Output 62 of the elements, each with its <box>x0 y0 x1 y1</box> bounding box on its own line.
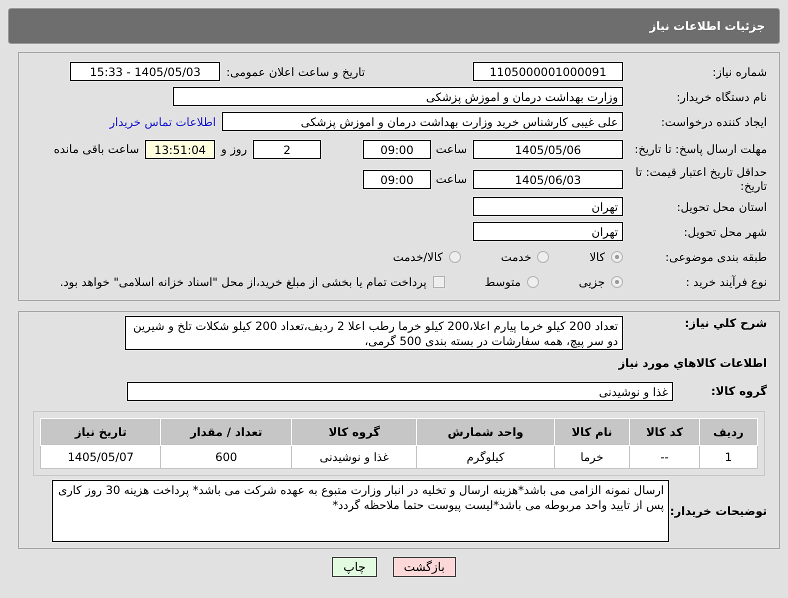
field-label: تاریخ و ساعت اعلان عمومی: <box>226 64 365 78</box>
radio-button[interactable] <box>611 276 623 288</box>
section-title: اطلاعات کالاهاي مورد نياز <box>618 356 768 370</box>
radio-button[interactable] <box>537 250 550 262</box>
table-cell: 600 <box>160 446 292 468</box>
field-label: شماره نیاز: <box>711 64 768 78</box>
option-label: خدمت <box>500 250 532 264</box>
back-button[interactable]: بازگشت <box>392 557 456 577</box>
radio-button[interactable] <box>448 250 461 262</box>
time-field[interactable]: 09:00 <box>363 170 431 188</box>
field-label: مهلت ارسال پاسخ: تا تاریخ: <box>633 142 768 156</box>
field-label: روز و <box>221 142 247 156</box>
column-header: تعداد / مقدار <box>160 418 292 446</box>
date-field[interactable]: 1405/06/03 <box>473 170 623 188</box>
contact-link[interactable]: اطلاعات تماس خریدار <box>109 114 216 128</box>
field-label: شرح کلي نياز: <box>684 316 768 330</box>
radio-button[interactable] <box>611 250 623 262</box>
days-field[interactable]: 2 <box>253 140 321 158</box>
checkbox-label: پرداخت تمام یا بخشی از مبلغ خرید،از محل "اسناد خزانه اسلامی" خواهد بود. <box>60 274 427 288</box>
field-label: حداقل تاریخ اعتبار قیمت: تا تاریخ: <box>634 165 768 193</box>
description-field[interactable]: تعداد 200 کیلو خرما پیارم اعلا،200 کیلو خرما رطب اعلا 2 ردیف،تعداد 200 کیلو شکلات تلخ و شیرین دو سر پیچ، همه سفارشات در بسته بندی 500 گرمی، <box>125 316 623 350</box>
field-label: طبقه بندی موضوعی: <box>664 250 768 264</box>
goods-group-field[interactable]: غذا و نوشیدنی <box>127 382 673 400</box>
field-label: ساعت باقی مانده <box>54 142 140 156</box>
buyer-org-field[interactable]: وزارت بهداشت درمان و اموزش پزشکی <box>173 87 623 106</box>
radio-button[interactable] <box>526 276 539 288</box>
column-header: کد کالا <box>630 418 700 446</box>
table-cell: غذا و نوشیدنی <box>292 446 417 468</box>
field-label: ایجاد کننده درخواست: <box>660 114 768 128</box>
notes-field[interactable]: ارسال نمونه الزامی می باشد*هزینه ارسال و تخلیه در انبار وزارت متبوع به عهده شرکت می باشد* پرداخت هزینه 30 روز کاری پس از تایید واحد مربوطه می باشد*لیست پیوست حتما ملاحظه گردد* <box>52 480 669 542</box>
field-label: ساعت <box>437 142 467 156</box>
option-label: کالا <box>589 250 605 264</box>
city-field[interactable]: تهران <box>473 222 623 241</box>
table-cell: 1405/05/07 <box>40 446 161 468</box>
option-label: متوسط <box>484 274 521 288</box>
field-label: گروه کالا: <box>710 384 768 398</box>
column-header: ردیف <box>699 418 758 446</box>
table-cell: خرما <box>554 446 630 468</box>
column-header: واحد شمارش <box>416 418 554 446</box>
column-header: نام کالا <box>554 418 630 446</box>
time-field[interactable]: 09:00 <box>363 140 431 158</box>
field-label: ساعت <box>437 172 467 186</box>
page-header: جزئیات اطلاعات نیاز <box>8 8 780 44</box>
field-label: شهر محل تحویل: <box>682 224 768 238</box>
field-label: نوع فرآیند خرید : <box>684 274 768 288</box>
need-number-field[interactable]: 1105000001000091 <box>473 62 623 81</box>
print-button[interactable]: چاپ <box>332 557 377 577</box>
checkbox[interactable] <box>432 276 445 288</box>
table-cell: -- <box>630 446 700 468</box>
table-cell: کیلوگرم <box>416 446 554 468</box>
option-label: جزیی <box>578 274 605 288</box>
remaining-time-field[interactable]: 13:51:04 <box>145 140 216 158</box>
province-field[interactable]: تهران <box>473 197 623 216</box>
field-label: نام دستگاه خریدار: <box>675 90 768 104</box>
column-header: تاریخ نیاز <box>40 418 161 446</box>
requester-field[interactable]: علی غیبی کارشناس خرید وزارت بهداشت درمان و اموزش پزشکی <box>222 112 623 131</box>
table-cell: 1 <box>699 446 758 468</box>
option-label: کالا/خدمت <box>392 250 443 264</box>
column-header: گروه کالا <box>292 418 417 446</box>
date-field[interactable]: 1405/05/06 <box>473 140 623 158</box>
field-label: استان محل تحویل: <box>676 200 768 214</box>
announce-date-field[interactable]: 1405/05/03 - 15:33 <box>70 62 220 81</box>
